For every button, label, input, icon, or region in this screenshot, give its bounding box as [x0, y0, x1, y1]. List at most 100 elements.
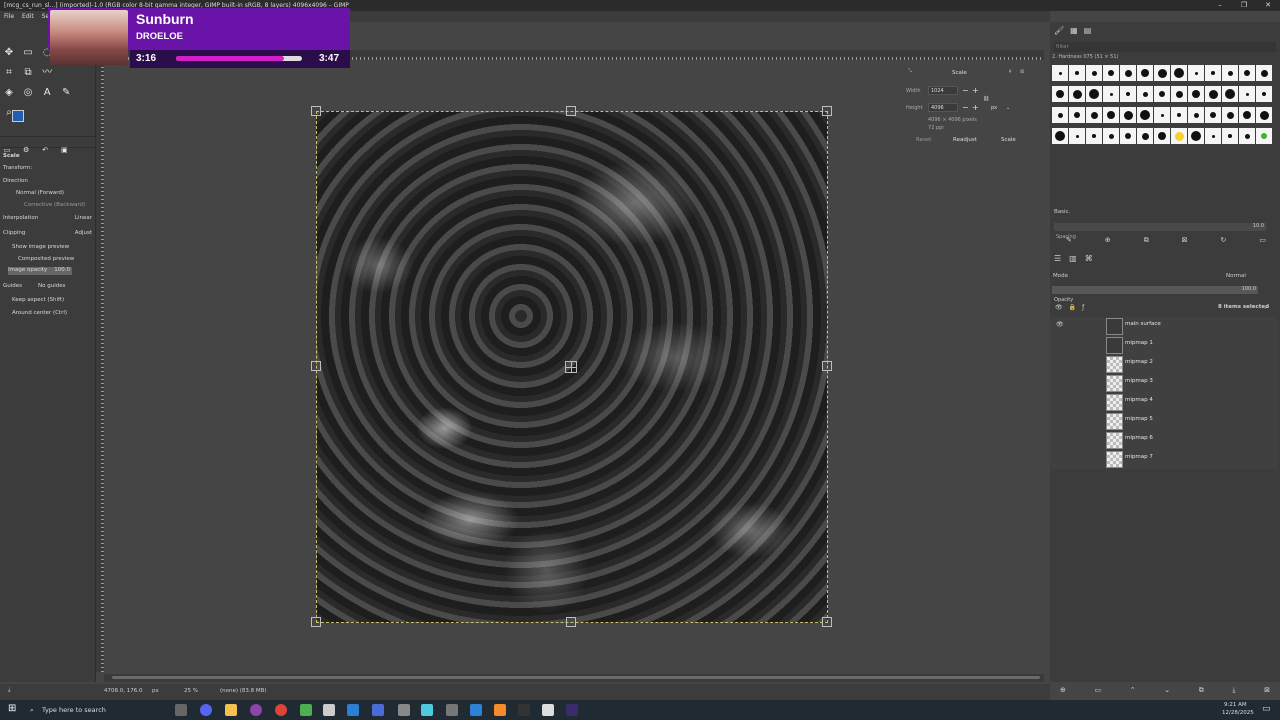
- new-brush-icon[interactable]: ⊕: [1105, 236, 1111, 245]
- brush-swatch[interactable]: [1069, 86, 1085, 102]
- width-decrease-button[interactable]: −: [962, 86, 969, 95]
- brush-swatch[interactable]: [1239, 107, 1255, 123]
- visibility-toggle-icon[interactable]: 👁: [1055, 304, 1063, 311]
- composited-preview-checkbox[interactable]: Composited preview: [18, 256, 74, 262]
- brush-swatch[interactable]: [1222, 86, 1238, 102]
- dialog-pin-icon[interactable]: ⇞: [1008, 69, 1012, 75]
- keep-aspect-checkbox[interactable]: Keep aspect (Shift): [12, 297, 64, 303]
- brush-swatch[interactable]: [1171, 107, 1187, 123]
- warp-icon[interactable]: 〰: [40, 66, 54, 80]
- zoom-selector[interactable]: 25 %: [184, 688, 198, 694]
- layer-row[interactable]: mipmap 4: [1050, 393, 1278, 412]
- clone-icon[interactable]: ◎: [21, 86, 35, 100]
- brush-swatch[interactable]: [1154, 107, 1170, 123]
- brush-filter-input[interactable]: filter: [1054, 42, 1276, 52]
- brush-swatch[interactable]: [1052, 128, 1068, 144]
- vertical-ruler[interactable]: [96, 60, 104, 672]
- raise-layer-icon[interactable]: ⌃: [1130, 686, 1136, 695]
- brush-swatch[interactable]: [1086, 86, 1102, 102]
- scale-handle-bottom-right[interactable]: [822, 617, 832, 627]
- brush-swatch[interactable]: [1256, 128, 1272, 144]
- brush-swatch[interactable]: [1137, 86, 1153, 102]
- reset-button[interactable]: Reset: [916, 137, 931, 143]
- brush-swatch[interactable]: [1222, 128, 1238, 144]
- crop-icon[interactable]: ⌗: [2, 66, 16, 80]
- guides-select[interactable]: No guides: [38, 283, 65, 289]
- brush-swatch[interactable]: [1137, 107, 1153, 123]
- open-brush-folder-icon[interactable]: ▭: [1259, 236, 1266, 245]
- windows-start-icon[interactable]: ⊞: [8, 703, 16, 714]
- app-icon-purple[interactable]: [250, 704, 262, 716]
- foreground-color-swatch[interactable]: [12, 110, 24, 122]
- brush-swatch[interactable]: [1188, 107, 1204, 123]
- around-center-checkbox[interactable]: Around center (Ctrl): [12, 310, 67, 316]
- brush-swatch[interactable]: [1205, 86, 1221, 102]
- scale-handle-center[interactable]: [565, 361, 577, 373]
- app-icon-green[interactable]: [300, 704, 312, 716]
- height-increase-button[interactable]: +: [972, 103, 979, 112]
- unified-transform-icon[interactable]: ⧉: [21, 66, 35, 80]
- clipping-select[interactable]: Adjust: [75, 230, 92, 236]
- show-preview-checkbox[interactable]: Show image preview: [12, 244, 69, 250]
- layer-row[interactable]: mipmap 5: [1050, 412, 1278, 431]
- brush-swatch[interactable]: [1052, 107, 1068, 123]
- layer-row[interactable]: mipmap 1: [1050, 336, 1278, 355]
- paths-tab-icon[interactable]: ⌘: [1085, 254, 1093, 263]
- layer-row[interactable]: mipmap 3: [1050, 374, 1278, 393]
- app-icon-white[interactable]: [542, 704, 554, 716]
- width-input[interactable]: 1024: [928, 86, 958, 95]
- brush-swatch[interactable]: [1205, 128, 1221, 144]
- scale-handle-bottom[interactable]: [566, 617, 576, 627]
- brush-swatch[interactable]: [1205, 107, 1221, 123]
- pen-tool-icon[interactable]: [398, 704, 410, 716]
- notes-icon[interactable]: [323, 704, 335, 716]
- brush-swatch[interactable]: [1086, 107, 1102, 123]
- discord-icon[interactable]: [200, 704, 212, 716]
- new-group-icon[interactable]: ▭: [1095, 686, 1102, 695]
- layer-visibility-icon[interactable]: 👁: [1056, 321, 1064, 328]
- spacing-slider[interactable]: Spacing 10.0: [1054, 223, 1266, 240]
- refresh-brushes-icon[interactable]: ↻: [1221, 236, 1227, 245]
- gimp-icon[interactable]: [446, 704, 458, 716]
- brush-swatch[interactable]: [1171, 128, 1187, 144]
- brush-swatch[interactable]: [1069, 65, 1085, 81]
- dialog-close-icon[interactable]: ⊠: [1020, 69, 1024, 75]
- brush-swatch[interactable]: [1222, 65, 1238, 81]
- scale-handle-right[interactable]: [822, 361, 832, 371]
- brushes-tab-icon[interactable]: 🖌: [1054, 26, 1064, 35]
- delete-layer-icon[interactable]: ⊠: [1264, 686, 1270, 695]
- layer-row[interactable]: mipmap 2: [1050, 355, 1278, 374]
- brush-swatch[interactable]: [1154, 65, 1170, 81]
- lock-icon[interactable]: 🔒: [1069, 304, 1076, 311]
- taskbar-search[interactable]: ⌕ Type here to search: [26, 702, 136, 718]
- vscode-icon[interactable]: [347, 704, 359, 716]
- menu-file[interactable]: File: [4, 11, 14, 22]
- brush-swatch[interactable]: [1052, 86, 1068, 102]
- brush-swatch[interactable]: [1171, 86, 1187, 102]
- edit-brush-icon[interactable]: ✎: [1066, 236, 1072, 245]
- brush-swatch[interactable]: [1086, 65, 1102, 81]
- unit-selector[interactable]: px: [152, 688, 159, 694]
- layer-row[interactable]: mipmap 7: [1050, 450, 1278, 469]
- device-status-tab-icon[interactable]: ⚙: [19, 143, 33, 157]
- fonts-tab-icon[interactable]: ▤: [1084, 26, 1092, 35]
- brush-swatch[interactable]: [1154, 128, 1170, 144]
- menu-edit[interactable]: Edit: [22, 11, 34, 22]
- scale-handle-top-left[interactable]: [311, 106, 321, 116]
- images-tab-icon[interactable]: ▣: [57, 143, 71, 157]
- brush-preset[interactable]: Basic.: [1054, 209, 1070, 215]
- layer-row[interactable]: 👁 main surface: [1050, 317, 1278, 336]
- interpolation-select[interactable]: Linear: [75, 215, 92, 221]
- new-layer-icon[interactable]: ⊕: [1060, 686, 1066, 695]
- unit-select[interactable]: px: [991, 105, 997, 111]
- brush-swatch[interactable]: [1256, 86, 1272, 102]
- scrollbar-thumb[interactable]: [112, 676, 1040, 679]
- scale-handle-top[interactable]: [566, 106, 576, 116]
- chain-link-icon[interactable]: ⛓: [983, 96, 989, 102]
- undo-history-tab-icon[interactable]: ↶: [38, 143, 52, 157]
- brush-swatch[interactable]: [1069, 128, 1085, 144]
- brush-swatch[interactable]: [1188, 86, 1204, 102]
- scale-handle-left[interactable]: [311, 361, 321, 371]
- brush-swatch[interactable]: [1103, 65, 1119, 81]
- height-input[interactable]: 4096: [928, 103, 958, 112]
